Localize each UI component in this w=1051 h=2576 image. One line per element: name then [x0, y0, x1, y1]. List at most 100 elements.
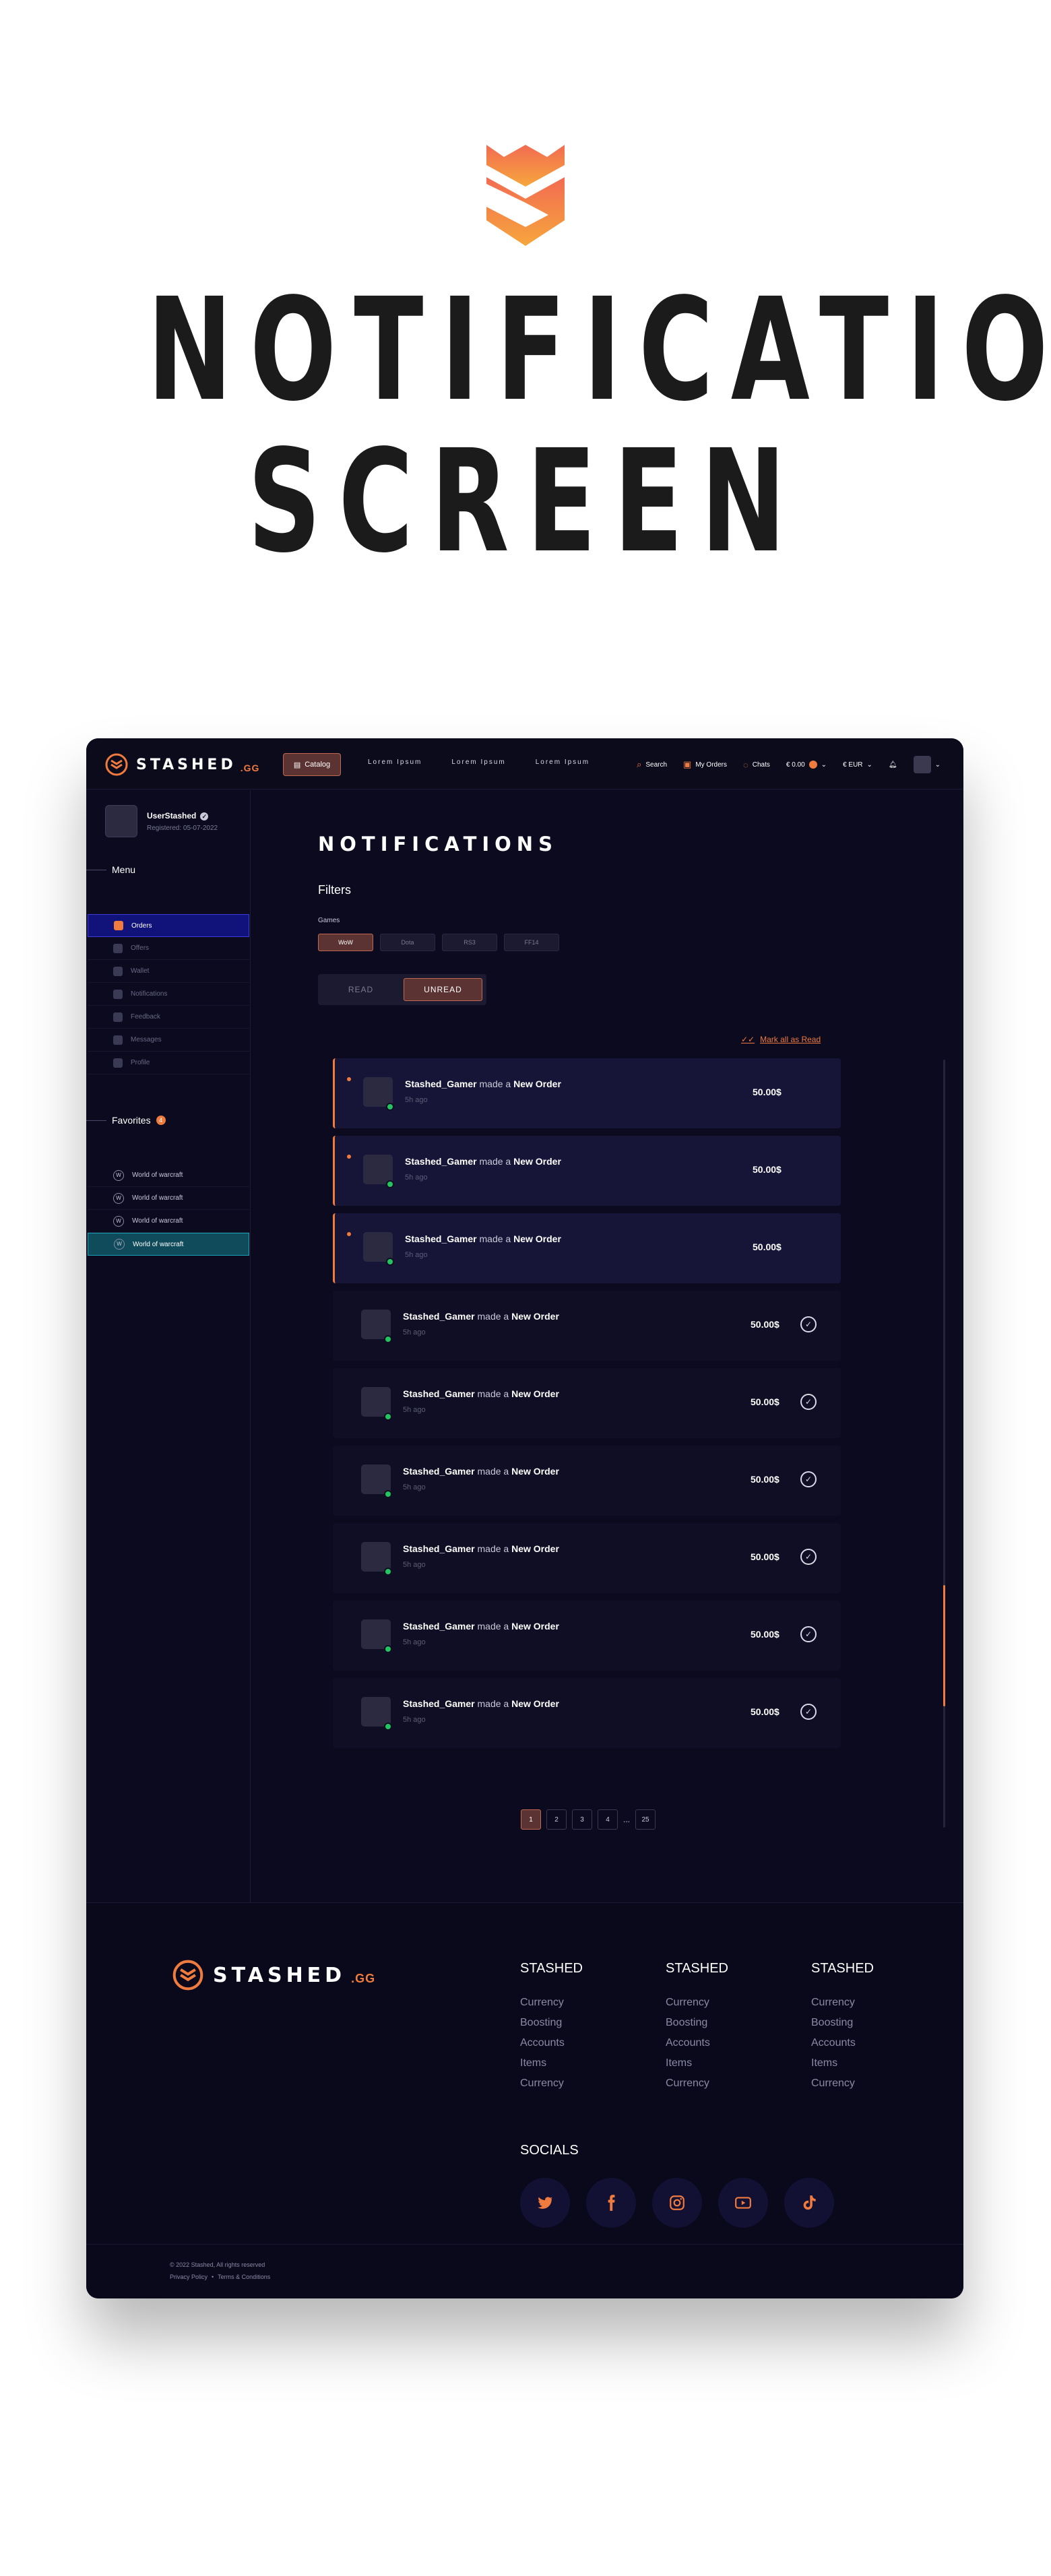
search-button[interactable]: ⌕ Search: [637, 759, 667, 770]
page-button-last[interactable]: 25: [635, 1809, 656, 1830]
sidebar-item-orders[interactable]: Orders: [88, 914, 249, 937]
notification-object: New Order: [511, 1388, 559, 1399]
tiktok-link[interactable]: [784, 2178, 834, 2228]
favorite-item[interactable]: W World of warcraft: [88, 1187, 249, 1210]
notification-item[interactable]: Stashed_Gamer made a New Order 5h ago 50.0…: [333, 1368, 841, 1438]
scrollbar[interactable]: [943, 1060, 945, 1828]
read-check-icon[interactable]: ✓: [800, 1704, 817, 1720]
pagination: 1 2 3 4... 25: [521, 1809, 656, 1830]
notification-user[interactable]: Stashed_Gamer: [405, 1078, 477, 1089]
footer-link[interactable]: Currency: [520, 1993, 583, 2013]
game-filter-chip[interactable]: WoW: [318, 934, 373, 951]
notification-item[interactable]: Stashed_Gamer made a New Order 5h ago 50.0…: [333, 1136, 841, 1206]
instagram-link[interactable]: [652, 2178, 702, 2228]
read-check-icon[interactable]: ✓: [800, 1471, 817, 1487]
footer-link[interactable]: Accounts: [811, 2033, 874, 2053]
sidebar-item-offers[interactable]: Offers: [88, 937, 249, 960]
user-card[interactable]: UserStashed ✓ Registered: 05-07-2022: [105, 805, 218, 837]
sidebar-item-label: Offers: [131, 944, 150, 952]
catalog-button[interactable]: ▤ Catalog: [283, 753, 341, 776]
notification-item[interactable]: Stashed_Gamer made a New Order 5h ago 50.0…: [333, 1601, 841, 1671]
nav-link-3[interactable]: Lorem Ipsum: [536, 759, 590, 766]
notification-user[interactable]: Stashed_Gamer: [403, 1543, 475, 1554]
notification-user[interactable]: Stashed_Gamer: [403, 1698, 475, 1709]
footer-link[interactable]: Items: [666, 2053, 728, 2073]
notification-item[interactable]: Stashed_Gamer made a New Order 5h ago 50.0…: [333, 1213, 841, 1283]
account-menu[interactable]: ⌄: [913, 756, 941, 773]
brand-logo[interactable]: STASHED .GG: [105, 753, 259, 776]
chats-button[interactable]: ◌ Chats: [743, 760, 770, 770]
page-button[interactable]: 2: [546, 1809, 567, 1830]
notification-action: made a: [479, 1078, 511, 1089]
privacy-policy-link[interactable]: Privacy Policy: [170, 2274, 208, 2280]
favorites-count-badge: 4: [156, 1116, 166, 1125]
footer-link[interactable]: Accounts: [666, 2033, 728, 2053]
notification-item[interactable]: Stashed_Gamer made a New Order 5h ago 50.0…: [333, 1291, 841, 1361]
notification-amount: 50.00$: [751, 1319, 779, 1330]
footer-link[interactable]: Currency: [811, 1993, 874, 2013]
sidebar-item-wallet[interactable]: Wallet: [88, 960, 249, 983]
sidebar-item-feedback[interactable]: Feedback: [88, 1006, 249, 1029]
profile-icon: [113, 1058, 123, 1068]
footer-link[interactable]: Boosting: [520, 2013, 583, 2033]
footer-link[interactable]: Currency: [520, 2073, 583, 2094]
mark-all-read-link[interactable]: ✓✓ Mark all as Read: [741, 1035, 821, 1044]
nav-link-2[interactable]: Lorem Ipsum: [451, 759, 505, 766]
notification-item[interactable]: Stashed_Gamer made a New Order 5h ago 50.0…: [333, 1058, 841, 1128]
terms-link[interactable]: Terms & Conditions: [218, 2274, 270, 2280]
bell-button[interactable]: 🔔︎: [889, 761, 897, 769]
my-orders-button[interactable]: ▣ My Orders: [683, 759, 727, 770]
favorite-item[interactable]: W World of warcraft: [88, 1210, 249, 1233]
page-button[interactable]: 4: [598, 1809, 618, 1830]
page-button[interactable]: 3: [572, 1809, 592, 1830]
read-check-icon[interactable]: ✓: [800, 1316, 817, 1332]
online-status-icon: [384, 1568, 392, 1576]
facebook-link[interactable]: [586, 2178, 636, 2228]
favorite-item[interactable]: W World of warcraft: [88, 1164, 249, 1187]
scrollbar-thumb[interactable]: [943, 1585, 945, 1706]
notification-user[interactable]: Stashed_Gamer: [403, 1621, 475, 1632]
page-button[interactable]: 1: [521, 1809, 541, 1830]
notification-user[interactable]: Stashed_Gamer: [403, 1311, 475, 1322]
game-filter-chip[interactable]: RS3: [442, 934, 497, 951]
notification-user[interactable]: Stashed_Gamer: [403, 1466, 475, 1477]
footer-link[interactable]: Currency: [666, 2073, 728, 2094]
unread-indicator: [347, 1077, 351, 1081]
notification-item[interactable]: Stashed_Gamer made a New Order 5h ago 50.0…: [333, 1523, 841, 1593]
notification-item[interactable]: Stashed_Gamer made a New Order 5h ago 50.0…: [333, 1678, 841, 1748]
footer-link[interactable]: Currency: [666, 1993, 728, 2013]
brand-name: STASHED: [136, 756, 236, 773]
footer-link[interactable]: Accounts: [520, 2033, 583, 2053]
notification-user[interactable]: Stashed_Gamer: [405, 1156, 477, 1167]
read-tab[interactable]: READ: [322, 978, 400, 1001]
notification-user[interactable]: Stashed_Gamer: [405, 1233, 477, 1244]
game-filter-chip[interactable]: FF14: [504, 934, 559, 951]
balance-display[interactable]: € 0.00 ⌄: [786, 761, 827, 769]
game-filter-chip[interactable]: Dota: [380, 934, 435, 951]
favorite-item[interactable]: W World of warcraft: [88, 1233, 249, 1256]
footer-link[interactable]: Items: [520, 2053, 583, 2073]
read-check-icon[interactable]: ✓: [800, 1394, 817, 1410]
brand-shield-icon: [105, 753, 128, 776]
twitter-link[interactable]: [520, 2178, 570, 2228]
footer-link[interactable]: Boosting: [666, 2013, 728, 2033]
game-filter-chips: WoW Dota RS3 FF14: [318, 934, 559, 951]
notification-amount: 50.00$: [751, 1474, 779, 1485]
footer-link[interactable]: Boosting: [811, 2013, 874, 2033]
notification-item[interactable]: Stashed_Gamer made a New Order 5h ago 50.0…: [333, 1446, 841, 1516]
menu-heading: Menu: [86, 864, 135, 875]
footer-link[interactable]: Currency: [811, 2073, 874, 2094]
unread-tab[interactable]: UNREAD: [404, 978, 482, 1001]
read-check-icon[interactable]: ✓: [800, 1626, 817, 1642]
nav-link-1[interactable]: Lorem Ipsum: [368, 759, 422, 766]
chat-icon: ◌: [743, 759, 749, 770]
sidebar-item-notifications[interactable]: Notifications: [88, 983, 249, 1006]
currency-select[interactable]: € EUR ⌄: [843, 761, 872, 769]
youtube-link[interactable]: [718, 2178, 768, 2228]
notification-user[interactable]: Stashed_Gamer: [403, 1388, 475, 1399]
footer-link[interactable]: Items: [811, 2053, 874, 2073]
read-check-icon[interactable]: ✓: [800, 1549, 817, 1565]
footer-brand[interactable]: STASHED .GG: [172, 1960, 375, 1991]
sidebar-item-profile[interactable]: Profile: [88, 1052, 249, 1074]
sidebar-item-messages[interactable]: Messages: [88, 1029, 249, 1052]
